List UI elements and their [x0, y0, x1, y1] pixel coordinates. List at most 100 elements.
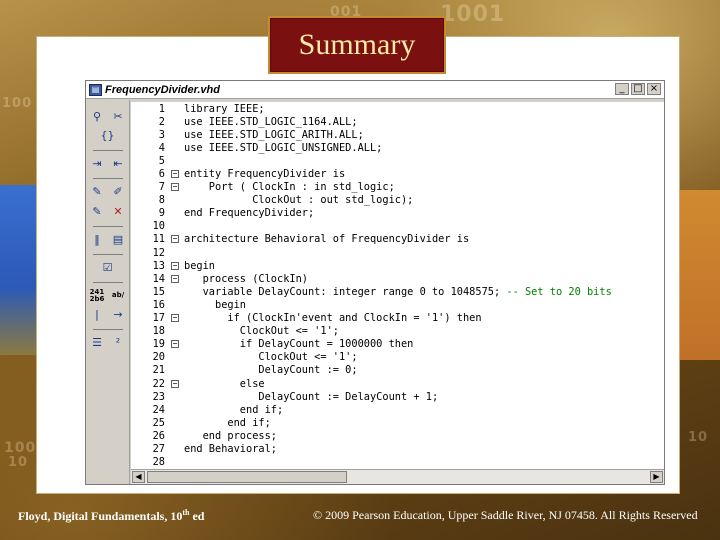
binary-icon[interactable]: 241 2b6: [90, 288, 105, 303]
line-number: 1: [158, 102, 165, 115]
code-line[interactable]: 26 end process;: [131, 429, 664, 442]
code-line[interactable]: 13− begin: [131, 259, 664, 272]
code-line[interactable]: 14− process (ClockIn): [131, 272, 664, 285]
window-title: FrequencyDivider.vhd: [105, 83, 220, 96]
toolbar-separator: [92, 178, 123, 180]
line-number: 20: [152, 351, 165, 364]
bookmark-icon[interactable]: ‖: [90, 233, 105, 247]
maximize-button[interactable]: □: [631, 83, 645, 95]
code-editor[interactable]: 1 library IEEE; 2 use IEEE.STD_LOGIC_1164.A…: [131, 102, 664, 484]
line-number: 21: [152, 364, 165, 377]
window-titlebar[interactable]: ▤ FrequencyDivider.vhd _ □ ×: [86, 81, 664, 99]
indent-icon[interactable]: ⇥: [90, 157, 105, 171]
binoculars-icon[interactable]: ⚲: [90, 110, 105, 124]
code-line[interactable]: 6− entity FrequencyDivider is: [131, 167, 664, 180]
line-number: 18: [152, 325, 165, 338]
toolbar-separator: [92, 253, 123, 255]
code-line[interactable]: 11− architecture Behavioral of FrequencyD…: [131, 233, 664, 246]
code-line[interactable]: 10: [131, 220, 664, 233]
slide-title: Summary: [298, 28, 416, 61]
close-button[interactable]: ×: [647, 83, 661, 95]
line-number: 25: [152, 416, 165, 429]
code-text: end FrequencyDivider;: [184, 207, 315, 220]
editor-toolbar: ⚲ ✂ {} ⇥ ⇤ ✎ ✐ ✎ ✕ ‖ ▤ ☑ 241 2b6 ab/ | →…: [86, 100, 130, 355]
line-number: 26: [152, 429, 165, 442]
list-icon[interactable]: ☰: [90, 336, 105, 350]
fold-gutter: −: [169, 235, 181, 244]
editor-body: ⚲ ✂ {} ⇥ ⇤ ✎ ✐ ✎ ✕ ‖ ▤ ☑ 241 2b6 ab/ | →…: [86, 100, 664, 484]
code-line[interactable]: 15 variable DelayCount: integer range 0 …: [131, 285, 664, 298]
arrow-right-icon[interactable]: →: [111, 308, 126, 322]
code-line[interactable]: 8 ClockOut : out std_logic);: [131, 194, 664, 207]
mark-icon[interactable]: ✎: [90, 205, 105, 219]
collapse-icon[interactable]: −: [171, 235, 179, 244]
code-line[interactable]: 28: [131, 456, 664, 469]
collapse-icon[interactable]: −: [171, 340, 179, 349]
editor-window[interactable]: ▤ FrequencyDivider.vhd _ □ × ⚲ ✂ {} ⇥ ⇤ …: [85, 80, 665, 485]
fold-gutter: −: [169, 340, 181, 349]
line-number: 4: [158, 141, 165, 154]
code-line[interactable]: 9 end FrequencyDivider;: [131, 207, 664, 220]
pin-icon[interactable]: ✎: [90, 185, 105, 199]
scissors-icon[interactable]: ✂: [111, 110, 126, 124]
code-line[interactable]: 24 end if;: [131, 403, 664, 416]
collapse-icon[interactable]: −: [171, 314, 179, 323]
toolbar-separator: [92, 328, 123, 330]
code-line[interactable]: 3 use IEEE.STD_LOGIC_ARITH.ALL;: [131, 128, 664, 141]
line-number: 13: [152, 259, 165, 272]
check-icon[interactable]: ☑: [100, 261, 115, 275]
code-text: entity FrequencyDivider is: [184, 168, 346, 181]
scroll-right-icon[interactable]: ▶: [650, 471, 663, 483]
unpin-icon[interactable]: ✐: [111, 185, 126, 199]
scroll-left-icon[interactable]: ◀: [132, 471, 145, 483]
scroll-thumb[interactable]: [147, 471, 347, 483]
code-line[interactable]: 25 end if;: [131, 416, 664, 429]
right-decoration: [680, 190, 720, 360]
code-line[interactable]: 7− Port ( ClockIn : in std_logic;: [131, 181, 664, 194]
unmark-icon[interactable]: ✕: [111, 205, 126, 219]
bookmark-list-icon[interactable]: ▤: [111, 233, 126, 247]
code-line[interactable]: 12: [131, 246, 664, 259]
collapse-icon[interactable]: −: [171, 274, 179, 283]
collapse-icon[interactable]: −: [171, 170, 179, 179]
collapse-icon[interactable]: −: [171, 261, 179, 270]
toolbar-separator: [92, 150, 123, 152]
code-line[interactable]: 22− else: [131, 377, 664, 390]
toolbar-separator: [92, 225, 123, 227]
minimize-button[interactable]: _: [615, 83, 629, 95]
code-text: ClockOut <= '1';: [184, 351, 358, 364]
code-text: process (ClockIn): [184, 272, 308, 285]
horizontal-scrollbar[interactable]: ◀ ▶: [131, 469, 664, 484]
code-line[interactable]: 19− if DelayCount = 1000000 then: [131, 338, 664, 351]
code-text: end if;: [184, 403, 284, 416]
code-line[interactable]: 23 DelayCount := DelayCount + 1;: [131, 390, 664, 403]
code-line[interactable]: 5: [131, 154, 664, 167]
code-line[interactable]: 18 ClockOut <= '1';: [131, 325, 664, 338]
code-comment: -- Set to 20 bits: [506, 285, 612, 298]
outdent-icon[interactable]: ⇤: [111, 157, 126, 171]
cursor-icon[interactable]: |: [90, 308, 105, 322]
code-line[interactable]: 4 use IEEE.STD_LOGIC_UNSIGNED.ALL;: [131, 141, 664, 154]
line-number: 14: [152, 272, 165, 285]
toolbar-empty-area: [86, 355, 130, 484]
fold-gutter: −: [169, 379, 181, 388]
code-line[interactable]: 1 library IEEE;: [131, 102, 664, 115]
line-number: 16: [152, 298, 165, 311]
line-number: 22: [152, 377, 165, 390]
collapse-icon[interactable]: −: [171, 379, 179, 388]
braces-icon[interactable]: {}: [100, 129, 115, 143]
fold-gutter: −: [169, 183, 181, 192]
collapse-icon[interactable]: −: [171, 183, 179, 192]
line-number: 7: [158, 181, 165, 194]
code-text: DelayCount := DelayCount + 1;: [184, 390, 439, 403]
code-line[interactable]: 2 use IEEE.STD_LOGIC_1164.ALL;: [131, 115, 664, 128]
code-line[interactable]: 17− if (ClockIn'event and ClockIn = '1')…: [131, 312, 664, 325]
line-number: 15: [152, 285, 165, 298]
code-line[interactable]: 21 DelayCount := 0;: [131, 364, 664, 377]
number-icon[interactable]: ²: [111, 336, 126, 350]
code-line[interactable]: 27 end Behavioral;: [131, 442, 664, 455]
code-line[interactable]: 16 begin: [131, 298, 664, 311]
code-line[interactable]: 20 ClockOut <= '1';: [131, 351, 664, 364]
hex-icon[interactable]: ab/: [111, 289, 126, 303]
line-number: 17: [152, 312, 165, 325]
